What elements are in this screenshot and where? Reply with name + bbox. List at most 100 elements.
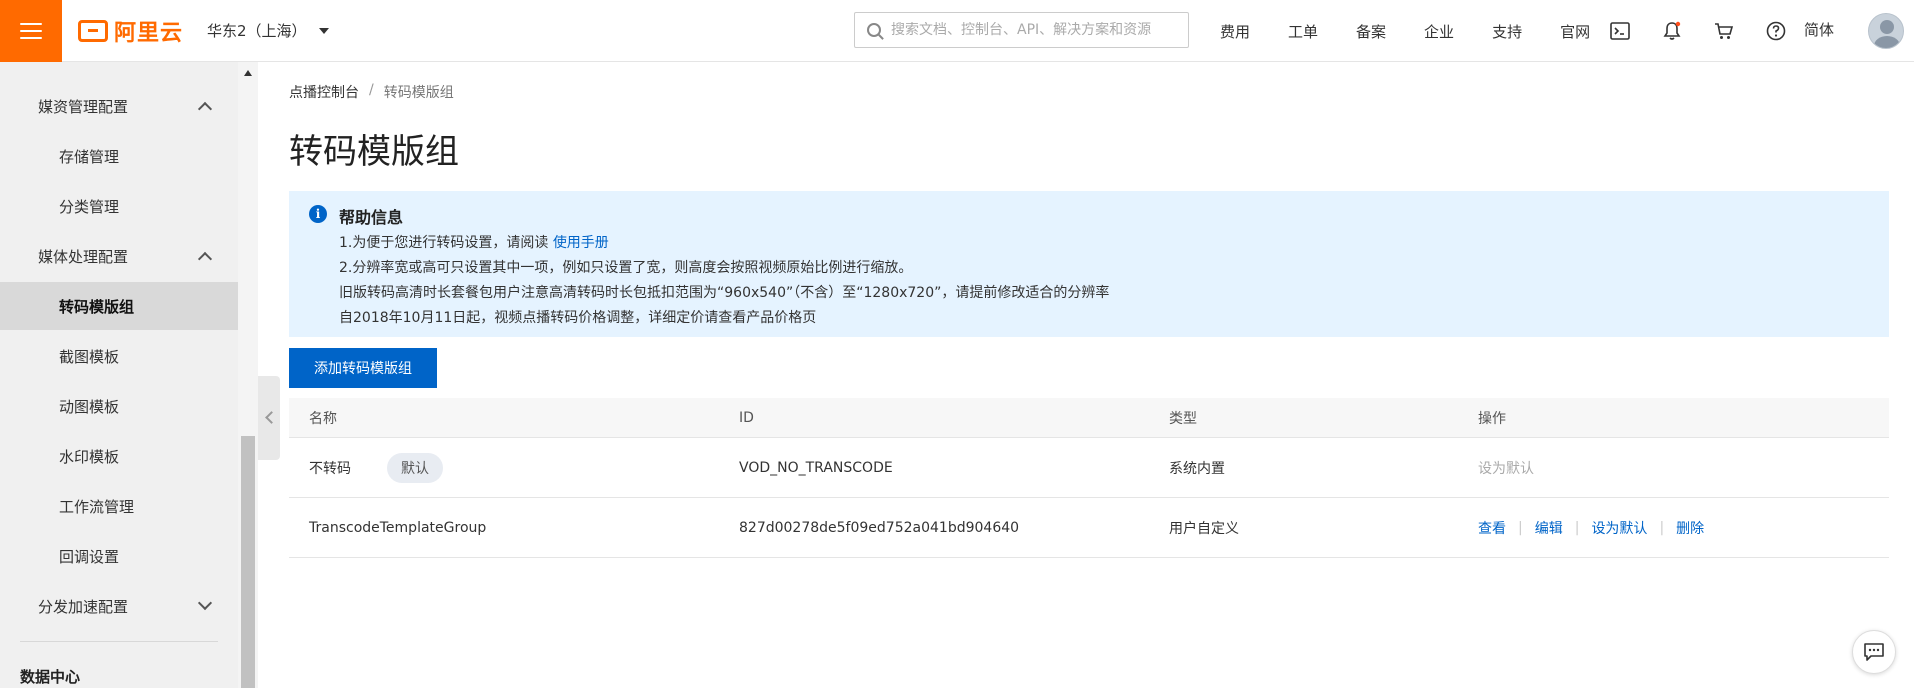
view-link[interactable]: 查看 (1478, 518, 1506, 538)
delete-link[interactable]: 删除 (1676, 518, 1704, 538)
sidebar-scrollbar[interactable] (238, 62, 258, 688)
sidebar-group-media-assets[interactable]: 媒资管理配置 (0, 82, 238, 130)
sidebar-collapse-handle[interactable] (258, 376, 280, 460)
sidebar-item-label: 截图模板 (59, 347, 120, 366)
region-label: 华东2（上海） (207, 22, 307, 40)
sidebar-item-label: 转码模版组 (59, 297, 135, 316)
sidebar-item-snapshot-templates[interactable]: 截图模板 (0, 332, 238, 380)
sidebar-item-label: 工作流管理 (59, 497, 135, 516)
help-line-2: 2.分辨率宽或高可只设置其中一项，例如只设置了宽，则高度会按照视频原始比例进行缩… (339, 260, 913, 276)
sidebar-item-label: 水印模板 (59, 447, 120, 466)
terminal-icon (1610, 22, 1630, 40)
transcode-group-table: 名称 ID 类型 操作 不转码 默认 VOD_NO_TRANSCODE 系统内置… (289, 398, 1889, 558)
action-separator: | (1659, 519, 1665, 536)
region-selector[interactable]: 华东2（上海） (207, 20, 329, 41)
sidebar-item-callback[interactable]: 回调设置 (0, 532, 238, 580)
chevron-down-icon (197, 595, 213, 611)
chat-icon (1864, 643, 1884, 661)
sidebar-item-transcode-groups[interactable]: 转码模版组 (0, 282, 238, 330)
language-switch[interactable]: 简体 (1804, 19, 1834, 40)
help-line-3: 旧版转码高清时长套餐包用户注意高清转码时长包抵扣范围为“960x540”（不含）… (339, 285, 1110, 301)
cart-icon (1715, 23, 1734, 39)
nav-link-support[interactable]: 支持 (1492, 21, 1522, 42)
table-header: 名称 ID 类型 操作 (289, 398, 1889, 438)
breadcrumb-root[interactable]: 点播控制台 (289, 82, 359, 102)
sidebar-item-storage[interactable]: 存储管理 (0, 132, 238, 180)
sidebar-item-label: 动图模板 (59, 397, 120, 416)
logo-text: 阿里云 (114, 20, 184, 46)
row-type: 系统内置 (1169, 460, 1225, 477)
set-default-disabled: 设为默认 (1478, 460, 1534, 477)
hamburger-icon (20, 22, 42, 39)
breadcrumb: 点播控制台 / 转码模版组 (289, 82, 454, 102)
sidebar-group-label: 媒体处理配置 (38, 247, 129, 266)
sidebar-item-gif-templates[interactable]: 动图模板 (0, 382, 238, 430)
sidebar-divider (20, 641, 218, 642)
table-row: TranscodeTemplateGroup 827d00278de5f09ed… (289, 498, 1889, 558)
search-input[interactable] (891, 22, 1181, 38)
global-search[interactable] (854, 12, 1189, 48)
sidebar-item-label: 存储管理 (59, 147, 120, 166)
action-separator: | (1518, 519, 1523, 536)
avatar[interactable] (1868, 13, 1904, 49)
default-badge: 默认 (387, 452, 443, 483)
sidebar: 媒资管理配置 存储管理 分类管理 媒体处理配置 转码模版组 截图模板 动图模板 … (0, 62, 238, 688)
top-icons (1594, 0, 1802, 62)
help-line-1: 1.为便于您进行转码设置，请阅读 使用手册 (339, 232, 609, 252)
notification-button[interactable] (1646, 0, 1698, 62)
sidebar-section-data-center[interactable]: 数据中心 (20, 666, 80, 687)
sidebar-group-label: 分发加速配置 (38, 597, 129, 616)
scroll-up-icon[interactable] (244, 70, 252, 76)
nav-link-website[interactable]: 官网 (1560, 21, 1590, 42)
aliyun-logo-icon (78, 19, 108, 42)
search-icon (867, 23, 881, 37)
help-icon (1766, 21, 1786, 41)
sidebar-item-label: 回调设置 (59, 547, 120, 566)
scrollbar-thumb[interactable] (241, 436, 255, 688)
nav-link-icp[interactable]: 备案 (1356, 21, 1386, 42)
sidebar-group-label: 媒资管理配置 (38, 97, 129, 116)
set-default-link[interactable]: 设为默认 (1591, 518, 1647, 538)
caret-down-icon (318, 27, 329, 34)
nav-link-enterprise[interactable]: 企业 (1424, 21, 1454, 42)
help-title: 帮助信息 (339, 208, 404, 227)
nav-link-ticket[interactable]: 工单 (1288, 21, 1318, 42)
sidebar-item-workflow[interactable]: 工作流管理 (0, 482, 238, 530)
help-panel: i 帮助信息 1.为便于您进行转码设置，请阅读 使用手册 2.分辨率宽或高可只设… (289, 191, 1889, 337)
col-header-type: 类型 (1169, 410, 1197, 427)
table-row: 不转码 默认 VOD_NO_TRANSCODE 系统内置 设为默认 (289, 438, 1889, 498)
breadcrumb-current: 转码模版组 (383, 85, 454, 101)
chevron-up-icon (197, 251, 213, 267)
row-id: 827d00278de5f09ed752a041bd904640 (739, 519, 1020, 536)
add-transcode-group-button[interactable]: 添加转码模版组 (289, 348, 437, 388)
breadcrumb-separator: / (369, 82, 374, 98)
action-separator: | (1574, 519, 1580, 536)
sidebar-group-cdn[interactable]: 分发加速配置 (0, 582, 238, 630)
page-title: 转码模版组 (289, 132, 459, 172)
chevron-up-icon (197, 101, 213, 117)
sidebar-item-label: 分类管理 (59, 197, 120, 216)
cart-button[interactable] (1698, 0, 1750, 62)
sidebar-group-media-processing[interactable]: 媒体处理配置 (0, 232, 238, 280)
row-name: TranscodeTemplateGroup (309, 519, 487, 536)
row-name: 不转码 (309, 460, 351, 477)
menu-button[interactable] (0, 0, 62, 62)
aliyun-logo[interactable]: 阿里云 (78, 0, 183, 62)
col-header-name: 名称 (309, 410, 337, 427)
edit-link[interactable]: 编辑 (1535, 518, 1563, 538)
help-button[interactable] (1750, 0, 1802, 62)
info-icon: i (309, 205, 327, 223)
col-header-id: ID (739, 409, 754, 426)
top-links: 费用 工单 备案 企业 支持 官网 (1220, 0, 1628, 62)
sidebar-item-category[interactable]: 分类管理 (0, 182, 238, 230)
terminal-button[interactable] (1594, 0, 1646, 62)
help-line-4: 自2018年10月11日起，视频点播转码价格调整，详细定价请查看产品价格页 (339, 310, 817, 326)
row-actions: 查看 | 编辑 | 设为默认 | 删除 (1478, 498, 1704, 557)
col-header-actions: 操作 (1478, 410, 1506, 427)
feedback-chat-button[interactable] (1852, 630, 1896, 674)
sidebar-item-watermark-templates[interactable]: 水印模板 (0, 432, 238, 480)
manual-link[interactable]: 使用手册 (553, 235, 609, 251)
nav-link-billing[interactable]: 费用 (1220, 21, 1250, 42)
row-type: 用户自定义 (1169, 520, 1239, 537)
row-id: VOD_NO_TRANSCODE (739, 459, 893, 476)
